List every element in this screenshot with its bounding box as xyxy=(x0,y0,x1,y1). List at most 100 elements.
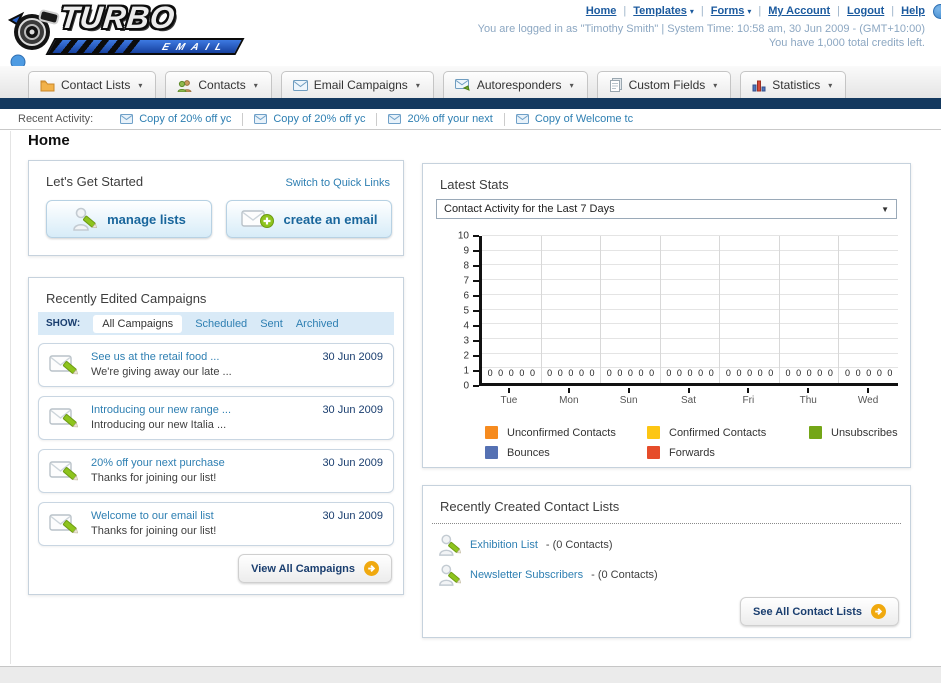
credits-text: You have 1,000 total credits left. xyxy=(768,37,925,49)
campaign-row[interactable]: 20% off your next purchase Thanks for jo… xyxy=(38,449,394,493)
tab-label: Contacts xyxy=(198,78,246,92)
nav-link-home[interactable]: Home xyxy=(586,5,617,17)
value-label: 0 xyxy=(725,368,731,378)
filter-archived[interactable]: Archived xyxy=(296,318,339,330)
campaigns-title: Recently Edited Campaigns xyxy=(46,291,207,306)
nav-link-templates[interactable]: Templates xyxy=(633,5,687,17)
y-tick-label: 10 xyxy=(457,230,469,242)
contacts-icon xyxy=(177,79,192,92)
y-tick-label: 3 xyxy=(463,335,469,347)
see-all-contact-lists-button[interactable]: See All Contact Lists xyxy=(739,597,899,626)
value-label: 0 xyxy=(638,368,644,378)
folder-icon xyxy=(40,80,55,91)
recent-activity-item[interactable]: Copy of 20% off yc xyxy=(243,112,378,126)
campaign-row[interactable]: Introducing our new range ... Introducin… xyxy=(38,396,394,440)
tab-contact-lists[interactable]: Contact Lists ▾ xyxy=(28,71,157,98)
value-label: 0 xyxy=(768,368,774,378)
nav-link-logout[interactable]: Logout xyxy=(847,5,884,17)
nav-separator: | xyxy=(758,5,762,17)
recent-activity-item[interactable]: Copy of Welcome tc xyxy=(505,113,644,126)
campaign-title-link[interactable]: Introducing our new range ... xyxy=(91,404,231,416)
y-tick-label: 0 xyxy=(463,380,469,392)
create-email-button[interactable]: create an email xyxy=(226,200,392,238)
value-label: 0 xyxy=(508,368,514,378)
tab-label: Email Campaigns xyxy=(313,78,408,92)
help-bubble-icon[interactable] xyxy=(933,4,941,19)
activity-link[interactable]: Copy of 20% off yc xyxy=(139,113,231,125)
campaign-title-link[interactable]: Welcome to our email list xyxy=(91,510,214,522)
y-tick-label: 2 xyxy=(463,350,469,362)
value-label: 0 xyxy=(757,368,763,378)
x-tick-mark xyxy=(567,388,570,393)
nav-link-forms[interactable]: Forms xyxy=(711,5,745,17)
value-label: 0 xyxy=(606,368,612,378)
contact-list-item[interactable]: Newsletter Subscribers - (0 Contacts) xyxy=(438,562,658,588)
nav-link-help[interactable]: Help xyxy=(901,5,925,17)
filter-sent[interactable]: Sent xyxy=(260,318,283,330)
x-tick-label: Thu xyxy=(778,388,838,414)
value-label: 0 xyxy=(568,368,574,378)
envelope-pencil-icon xyxy=(49,461,78,481)
tab-contacts[interactable]: Contacts ▾ xyxy=(165,71,272,98)
activity-link[interactable]: 20% off your next xyxy=(407,113,492,125)
campaign-row[interactable]: Welcome to our email list Thanks for joi… xyxy=(38,502,394,546)
legend-swatch xyxy=(647,426,660,439)
value-label: 0 xyxy=(876,368,882,378)
value-label: 0 xyxy=(589,368,595,378)
chevron-down-icon: ▾ xyxy=(569,80,574,90)
switch-to-quick-links[interactable]: Switch to Quick Links xyxy=(285,177,390,189)
tab-custom-fields[interactable]: Custom Fields ▾ xyxy=(596,71,732,98)
legend-item: Unconfirmed Contacts xyxy=(485,426,647,439)
get-started-title: Let's Get Started xyxy=(46,174,144,189)
campaign-date: 30 Jun 2009 xyxy=(322,404,383,416)
legend-label: Unconfirmed Contacts xyxy=(507,426,616,439)
contact-list-link[interactable]: Newsletter Subscribers xyxy=(470,569,583,581)
chart-group: 00000 xyxy=(601,236,661,383)
activity-link[interactable]: Copy of 20% off yc xyxy=(273,113,365,125)
value-labels: 00000 xyxy=(482,368,541,378)
content-left-border xyxy=(10,131,11,664)
logo-email-text: EMAIL xyxy=(159,42,232,53)
nav-separator: | xyxy=(891,5,895,17)
campaign-rows: See us at the retail food ... We're givi… xyxy=(38,343,394,555)
legend-swatch xyxy=(647,446,660,459)
campaign-subtitle: We're giving away our late ... xyxy=(91,366,232,378)
manage-lists-button[interactable]: manage lists xyxy=(46,200,212,238)
x-tick-mark xyxy=(747,388,750,393)
nav-link-my-account[interactable]: My Account xyxy=(768,5,830,17)
tab-email-campaigns[interactable]: Email Campaigns ▾ xyxy=(280,71,434,98)
chevron-down-icon: ▾ xyxy=(828,80,833,90)
filter-scheduled[interactable]: Scheduled xyxy=(195,318,247,330)
y-tick-label: 7 xyxy=(463,275,469,287)
latest-stats-panel: Latest Stats Contact Activity for the La… xyxy=(422,163,911,468)
value-label: 0 xyxy=(529,368,535,378)
arrow-circle-icon xyxy=(871,604,886,619)
value-labels: 00000 xyxy=(661,368,720,378)
tab-autoresponders[interactable]: Autoresponders ▾ xyxy=(442,71,588,98)
contact-list-count: - (0 Contacts) xyxy=(591,569,658,581)
bar-chart-icon xyxy=(752,80,766,91)
person-pencil-icon xyxy=(73,207,98,231)
recent-activity-item[interactable]: Copy of 20% off yc xyxy=(109,112,244,126)
legend-label: Bounces xyxy=(507,446,550,459)
main-nav-tabbar: Contact Lists ▾ Contacts ▾ Email Campaig… xyxy=(0,66,941,98)
stats-report-select[interactable]: Contact Activity for the Last 7 Days ▼ xyxy=(436,199,897,219)
view-all-campaigns-button[interactable]: View All Campaigns xyxy=(238,554,392,583)
y-tick-label: 6 xyxy=(463,290,469,302)
value-label: 0 xyxy=(736,368,742,378)
campaign-title-link[interactable]: See us at the retail food ... xyxy=(91,351,219,363)
recent-activity-item[interactable]: 20% off your next xyxy=(377,112,505,126)
tab-statistics[interactable]: Statistics ▾ xyxy=(740,71,847,98)
campaign-row[interactable]: See us at the retail food ... We're givi… xyxy=(38,343,394,387)
value-label: 0 xyxy=(519,368,525,378)
campaign-title-link[interactable]: 20% off your next purchase xyxy=(91,457,225,469)
person-pencil-icon xyxy=(439,534,461,556)
nav-separator: | xyxy=(837,5,841,17)
value-label: 0 xyxy=(547,368,553,378)
filter-all-campaigns[interactable]: All Campaigns xyxy=(93,314,183,333)
chart-groups: 00000000000000000000000000000000000 xyxy=(482,236,898,383)
contact-list-item[interactable]: Exhibition List - (0 Contacts) xyxy=(438,532,613,558)
value-label: 0 xyxy=(498,368,504,378)
activity-link[interactable]: Copy of Welcome tc xyxy=(535,113,633,125)
contact-list-link[interactable]: Exhibition List xyxy=(470,539,538,551)
